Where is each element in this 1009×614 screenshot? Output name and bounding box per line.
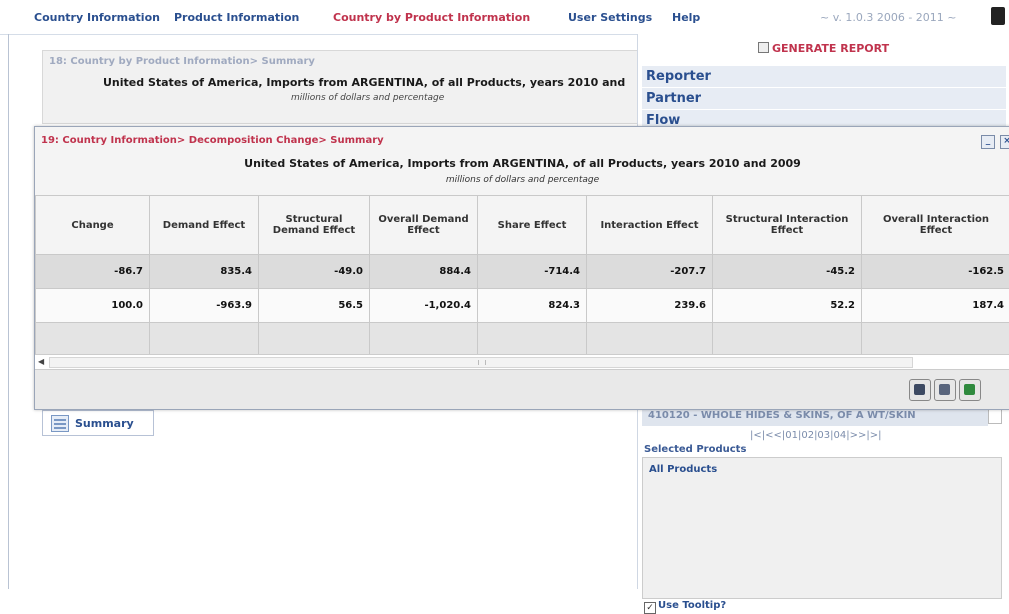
product-checkbox[interactable]: [988, 408, 1002, 424]
window-title-bar[interactable]: 19: Country Information> Decomposition C…: [35, 127, 1009, 155]
generate-report-label: GENERATE REPORT: [772, 42, 889, 55]
table-cell: -207.7: [587, 255, 713, 289]
selected-products-label: Selected Products: [644, 444, 746, 455]
menu-user-settings[interactable]: User Settings: [568, 11, 652, 24]
logo-icon: [991, 7, 1005, 25]
column-header[interactable]: Share Effect: [478, 196, 587, 255]
menu-country-by-product-information[interactable]: Country by Product Information: [333, 11, 530, 24]
table-cell: -49.0: [259, 255, 370, 289]
menu-product-information[interactable]: Product Information: [174, 11, 299, 24]
window-decomposition-change-summary: 19: Country Information> Decomposition C…: [34, 126, 1009, 410]
top-menu-bar: Country Information Product Information …: [0, 0, 1009, 35]
table-row[interactable]: 100.0 -963.9 56.5 -1,020.4 824.3 239.6 5…: [36, 289, 1009, 323]
column-header[interactable]: Structural Interaction Effect: [713, 196, 862, 255]
version-label: ~ v. 1.0.3 2006 - 2011 ~: [820, 11, 957, 24]
table-cell: -1,020.4: [370, 289, 478, 323]
column-header[interactable]: Change: [36, 196, 150, 255]
column-header[interactable]: Interaction Effect: [587, 196, 713, 255]
table-cell: 100.0: [36, 289, 150, 323]
decomposition-table: Change Demand Effect Structural Demand E…: [35, 195, 1009, 357]
table-cell: -963.9: [150, 289, 259, 323]
table-cell: [478, 323, 587, 357]
table-cell: -86.7: [36, 255, 150, 289]
report-subtitle: millions of dollars and percentage: [35, 175, 1009, 185]
selected-product-item[interactable]: All Products: [649, 464, 717, 475]
column-header[interactable]: Structural Demand Effect: [259, 196, 370, 255]
excel-export-button[interactable]: [959, 379, 981, 401]
selected-products-list[interactable]: All Products: [642, 457, 1002, 599]
left-divider: [8, 34, 9, 589]
use-tooltip-checkbox[interactable]: ✓Use Tooltip?: [644, 600, 726, 614]
window-title[interactable]: 18: Country by Product Information> Summ…: [49, 56, 315, 67]
generate-report-button[interactable]: GENERATE REPORT: [758, 42, 889, 55]
table-cell: 56.5: [259, 289, 370, 323]
table-cell: -162.5: [862, 255, 1009, 289]
table-row[interactable]: [36, 323, 1009, 357]
table-cell: -45.2: [713, 255, 862, 289]
minimize-button[interactable]: _: [981, 135, 995, 149]
table-cell: [713, 323, 862, 357]
horizontal-scrollbar[interactable]: ◀: [35, 354, 1009, 370]
report-icon: [758, 42, 769, 53]
report-subtitle: millions of dollars and percentage: [291, 93, 444, 103]
table-cell: 52.2: [713, 289, 862, 323]
scroll-left-icon[interactable]: ◀: [38, 357, 44, 366]
menu-country-information[interactable]: Country Information: [34, 11, 160, 24]
column-header[interactable]: Demand Effect: [150, 196, 259, 255]
table-cell: 187.4: [862, 289, 1009, 323]
use-tooltip-label: Use Tooltip?: [658, 600, 726, 611]
table-cell: [370, 323, 478, 357]
table-cell: [862, 323, 1009, 357]
summary-tab-label: Summary: [75, 417, 134, 430]
table-header-row: Change Demand Effect Structural Demand E…: [36, 196, 1009, 255]
close-button[interactable]: ×: [1000, 135, 1009, 149]
scrollbar-thumb[interactable]: [49, 357, 913, 368]
table-cell: -714.4: [478, 255, 587, 289]
column-header[interactable]: Overall Demand Effect: [370, 196, 478, 255]
table-row[interactable]: -86.7 835.4 -49.0 884.4 -714.4 -207.7 -4…: [36, 255, 1009, 289]
print-icon: [914, 384, 925, 395]
window-country-by-product-summary: 18: Country by Product Information> Summ…: [42, 50, 639, 124]
table-cell: 824.3: [478, 289, 587, 323]
summary-tab[interactable]: Summary: [42, 410, 154, 436]
table-icon: [51, 415, 69, 432]
product-pager[interactable]: |<|<<|01|02|03|04|>>|>|: [750, 430, 882, 441]
report-title: United States of America, Imports from A…: [35, 157, 1009, 170]
table-cell: 835.4: [150, 255, 259, 289]
excel-export-icon: [964, 384, 975, 395]
window-title: 19: Country Information> Decomposition C…: [41, 135, 384, 146]
table-cell: [36, 323, 150, 357]
panel-item-reporter[interactable]: Reporter: [642, 66, 1006, 88]
panel-item-partner[interactable]: Partner: [642, 88, 1006, 110]
table-cell: [259, 323, 370, 357]
column-header[interactable]: Overall Interaction Effect: [862, 196, 1009, 255]
printer-button[interactable]: [934, 379, 956, 401]
window-footer: [35, 370, 1009, 409]
report-header: United States of America, Imports from A…: [35, 155, 1009, 195]
printer-icon: [939, 384, 950, 395]
menu-help[interactable]: Help: [672, 11, 700, 24]
checkbox-checked-icon[interactable]: ✓: [644, 602, 656, 614]
print-button[interactable]: [909, 379, 931, 401]
table-cell: [587, 323, 713, 357]
table-cell: 239.6: [587, 289, 713, 323]
report-title: United States of America, Imports from A…: [103, 76, 625, 89]
table-cell: [150, 323, 259, 357]
table-cell: 884.4: [370, 255, 478, 289]
